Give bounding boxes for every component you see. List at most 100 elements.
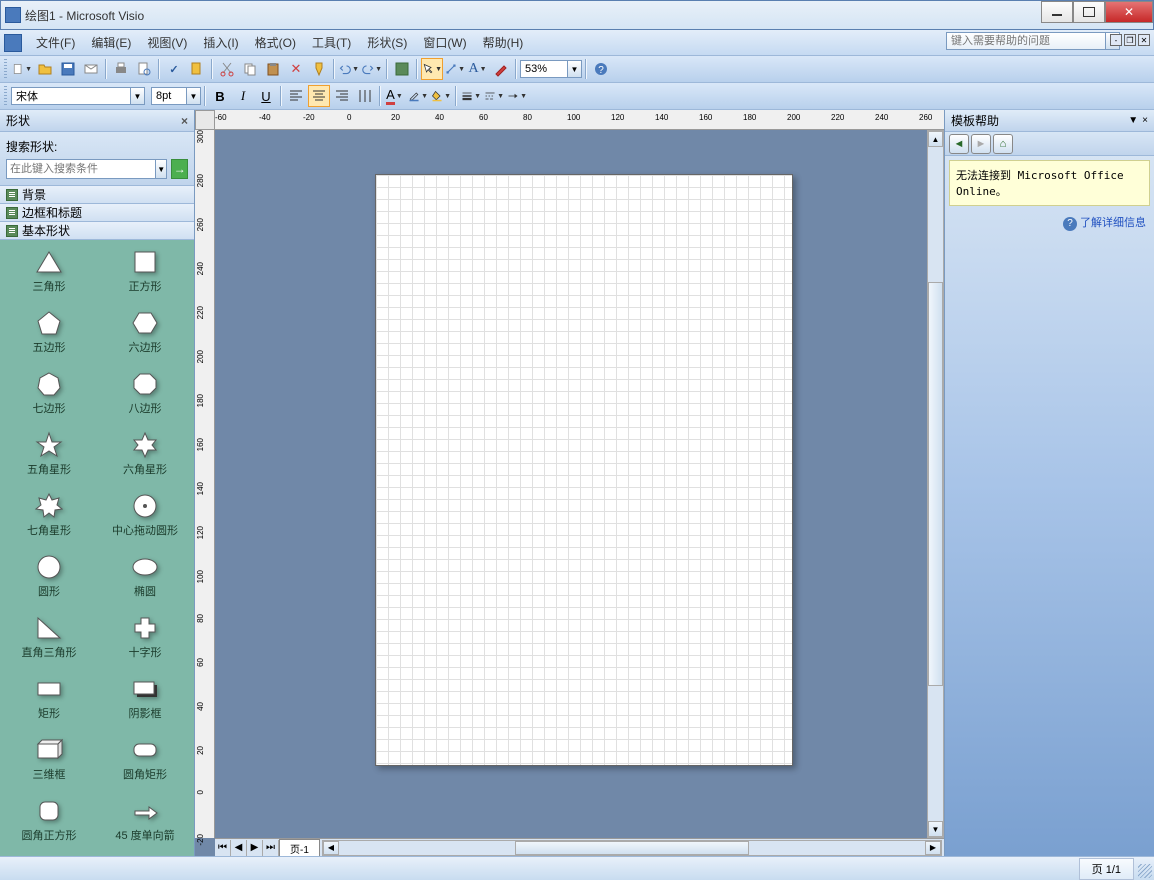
italic-button[interactable]: I <box>232 85 254 107</box>
menu-help[interactable]: 帮助(H) <box>475 31 532 54</box>
horizontal-ruler[interactable]: -60-40-200204060801001201401601802002202… <box>215 110 944 130</box>
menu-edit[interactable]: 编辑(E) <box>83 31 139 54</box>
bold-button[interactable]: B <box>209 85 231 107</box>
format-painter-button[interactable] <box>308 58 330 80</box>
research-button[interactable] <box>186 58 208 80</box>
shape-item-box3d[interactable]: 三维框 <box>2 734 96 789</box>
mail-button[interactable] <box>80 58 102 80</box>
fill-color-button[interactable]: ▼ <box>430 85 452 107</box>
shape-item-rtriangle[interactable]: 直角三角形 <box>2 612 96 667</box>
shape-item-star6[interactable]: 六角星形 <box>98 429 192 484</box>
line-color-button[interactable]: ▼ <box>407 85 429 107</box>
cut-button[interactable] <box>216 58 238 80</box>
shapes-panel-close[interactable]: × <box>181 114 188 128</box>
vertical-ruler[interactable]: 3002802602402202001801601401201008060402… <box>195 130 215 838</box>
shape-item-ellipse[interactable]: 椭圆 <box>98 551 192 606</box>
open-button[interactable] <box>34 58 56 80</box>
help-panel-dropdown[interactable]: ▼ <box>1128 115 1138 126</box>
resize-grip[interactable] <box>1138 864 1152 878</box>
shape-item-arrow45[interactable]: 45 度单向箭 <box>98 795 192 850</box>
mdi-close[interactable]: ✕ <box>1138 34 1150 46</box>
font-color-button[interactable]: A▼ <box>384 85 406 107</box>
close-button[interactable] <box>1105 1 1153 23</box>
shape-item-cross[interactable]: 十字形 <box>98 612 192 667</box>
shape-item-square[interactable]: 正方形 <box>98 246 192 301</box>
font-size-dropdown[interactable]: ▼ <box>187 87 201 105</box>
font-size-input[interactable] <box>151 87 187 105</box>
mdi-restore[interactable]: ❐ <box>1124 34 1136 46</box>
stencil-borders[interactable]: 边框和标题 <box>0 204 194 222</box>
underline-button[interactable]: U <box>255 85 277 107</box>
help-button[interactable]: ? <box>590 58 612 80</box>
stencil-background[interactable]: 背景 <box>0 186 194 204</box>
shape-item-rect[interactable]: 矩形 <box>2 673 96 728</box>
pointer-tool-button[interactable]: ▼ <box>421 58 443 80</box>
stencil-basic[interactable]: 基本形状 <box>0 222 194 240</box>
save-button[interactable] <box>57 58 79 80</box>
visio-icon[interactable] <box>4 34 22 52</box>
ruler-corner[interactable] <box>195 110 215 130</box>
help-panel-close[interactable]: × <box>1142 115 1148 126</box>
zoom-dropdown[interactable]: ▼ <box>568 60 582 78</box>
menu-window[interactable]: 窗口(W) <box>415 31 474 54</box>
shape-item-roundsq[interactable]: 圆角正方形 <box>2 795 96 850</box>
horizontal-scrollbar[interactable]: ◀▶ <box>322 840 942 856</box>
maximize-button[interactable] <box>1073 1 1105 23</box>
menu-insert[interactable]: 插入(I) <box>195 31 246 54</box>
page-tab-1[interactable]: 页-1 <box>279 839 320 856</box>
line-weight-button[interactable]: ▼ <box>460 85 482 107</box>
shape-item-shadowbox[interactable]: 阴影框 <box>98 673 192 728</box>
font-name-dropdown[interactable]: ▼ <box>131 87 145 105</box>
menu-shape[interactable]: 形状(S) <box>359 31 415 54</box>
toolbar-handle[interactable] <box>4 86 7 106</box>
mdi-minimize[interactable]: - <box>1110 34 1122 46</box>
shape-search-dropdown[interactable]: ▼ <box>156 159 167 179</box>
shape-item-triangle[interactable]: 三角形 <box>2 246 96 301</box>
shape-search-input[interactable] <box>6 159 156 179</box>
vertical-scrollbar[interactable]: ▲▼ <box>927 130 944 838</box>
shape-item-circle[interactable]: 圆形 <box>2 551 96 606</box>
menu-format[interactable]: 格式(O) <box>247 31 304 54</box>
shape-item-roundrect[interactable]: 圆角矩形 <box>98 734 192 789</box>
help-details-link[interactable]: ?了解详细信息 <box>945 210 1154 235</box>
ink-tool-button[interactable] <box>490 58 512 80</box>
shape-item-heptagon[interactable]: 七边形 <box>2 368 96 423</box>
print-preview-button[interactable] <box>133 58 155 80</box>
tab-nav-prev[interactable]: ◀ <box>231 840 247 856</box>
spelling-button[interactable]: ✓ <box>163 58 185 80</box>
tab-nav-last[interactable]: ⏭ <box>263 840 279 856</box>
toolbar-handle[interactable] <box>4 59 7 79</box>
tab-nav-next[interactable]: ▶ <box>247 840 263 856</box>
redo-button[interactable]: ▼ <box>361 58 383 80</box>
minimize-button[interactable] <box>1041 1 1073 23</box>
shape-item-star5[interactable]: 五角星形 <box>2 429 96 484</box>
distribute-button[interactable] <box>354 85 376 107</box>
shape-item-star7[interactable]: 七角星形 <box>2 490 96 545</box>
line-ends-button[interactable]: ▼ <box>506 85 528 107</box>
shape-item-pentagon[interactable]: 五边形 <box>2 307 96 362</box>
line-pattern-button[interactable]: ▼ <box>483 85 505 107</box>
copy-button[interactable] <box>239 58 261 80</box>
help-home-button[interactable]: ⌂ <box>993 134 1013 154</box>
shape-item-octagon[interactable]: 八边形 <box>98 368 192 423</box>
print-button[interactable] <box>110 58 132 80</box>
align-center-button[interactable] <box>308 85 330 107</box>
zoom-input[interactable] <box>520 60 568 78</box>
shape-item-hexagon[interactable]: 六边形 <box>98 307 192 362</box>
tab-nav-first[interactable]: ⏮ <box>215 840 231 856</box>
help-search-input[interactable] <box>946 32 1106 50</box>
undo-button[interactable]: ▼ <box>338 58 360 80</box>
font-name-input[interactable] <box>11 87 131 105</box>
help-back-button[interactable]: ◄ <box>949 134 969 154</box>
menu-view[interactable]: 视图(V) <box>139 31 195 54</box>
drawing-canvas[interactable] <box>215 130 944 838</box>
text-tool-button[interactable]: A▼ <box>467 58 489 80</box>
page-indicator[interactable]: 页 1/1 <box>1079 858 1134 880</box>
shape-search-go[interactable]: → <box>171 159 188 179</box>
delete-button[interactable]: ✕ <box>285 58 307 80</box>
menu-file[interactable]: 文件(F) <box>28 31 83 54</box>
new-button[interactable]: ▼ <box>11 58 33 80</box>
connector-tool-button[interactable]: ▼ <box>444 58 466 80</box>
shapes-window-button[interactable] <box>391 58 413 80</box>
paste-button[interactable] <box>262 58 284 80</box>
